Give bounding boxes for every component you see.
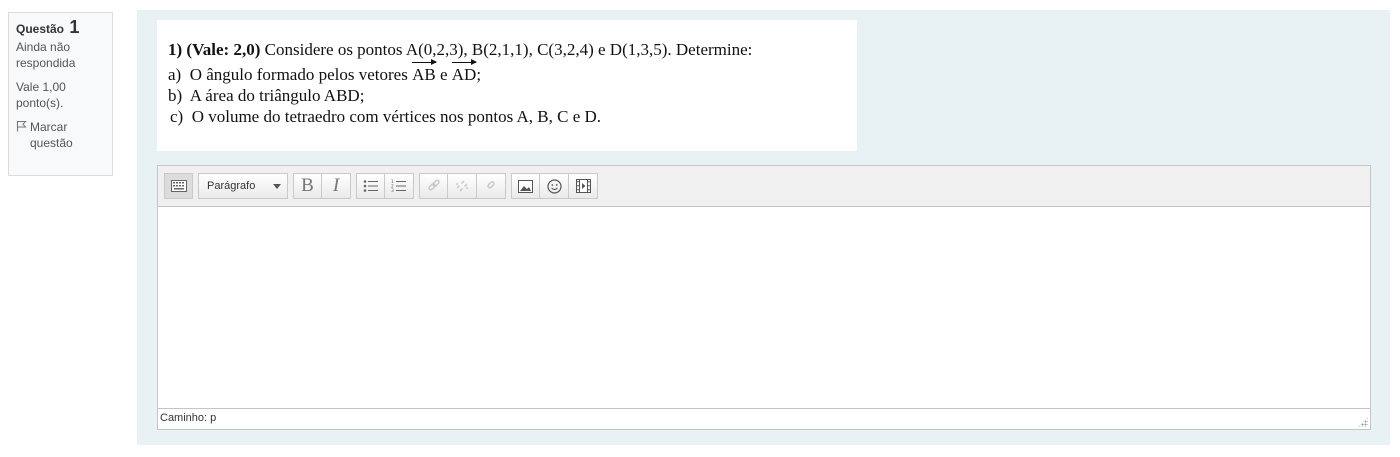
toolbar-toggle-button[interactable]: [164, 173, 193, 199]
anchor-link-icon: [487, 181, 495, 189]
vector-ab-label: AB: [412, 65, 436, 84]
answer-text-area[interactable]: [158, 207, 1370, 408]
resize-handle-icon[interactable]: [1358, 417, 1368, 427]
keyboard-icon: [170, 180, 187, 192]
insert-media-button[interactable]: [569, 173, 598, 199]
question-item-b: b) A área do triângulo ABD;: [168, 86, 365, 105]
question-value: 1) (Vale: 2,0): [168, 40, 261, 59]
flag-icon: [16, 120, 27, 136]
link-icon: [427, 179, 440, 191]
question-content: 1) (Vale: 2,0) Considere os pontos A(0,2…: [137, 10, 1390, 445]
format-select-value: Parágrafo: [207, 180, 256, 192]
insert-link-button[interactable]: [419, 173, 448, 199]
item-a-suffix: ;: [476, 65, 482, 84]
question-intro-text: Considere os pontos A(0,2,3), B(2,1,1), …: [260, 40, 753, 59]
editor-path: Caminho: p: [160, 412, 217, 424]
question-intro: 1) (Vale: 2,0) Considere os pontos A(0,2…: [168, 39, 857, 60]
editor-status-bar: Caminho: p: [158, 408, 1370, 429]
unlink-icon: [456, 180, 468, 192]
vector-arrow-icon: [412, 59, 437, 65]
insert-image-button[interactable]: [511, 173, 540, 199]
image-icon: [518, 179, 533, 193]
media-film-icon: [575, 179, 591, 193]
svg-text:3: 3: [391, 188, 394, 193]
format-select[interactable]: Parágrafo: [198, 173, 288, 199]
flag-question-label: Marcar questão: [30, 120, 73, 150]
vector-arrow-icon: [451, 59, 477, 65]
vector-ad-label: AD: [451, 65, 477, 84]
question-label: Questão: [16, 22, 65, 36]
remove-link-button[interactable]: [448, 173, 477, 199]
unordered-list-button[interactable]: [356, 173, 385, 199]
numbered-list-icon: 123: [391, 179, 406, 193]
bold-icon: B: [301, 175, 314, 196]
question-item-a: a) O ângulo formado pelos vetores AB e A…: [168, 59, 857, 85]
item-a-text: a) O ângulo formado pelos vetores: [168, 65, 413, 84]
answer-editor: Parágrafo B I 123 Caminho: p: [157, 165, 1371, 430]
anchor-button[interactable]: [477, 173, 506, 199]
editor-toolbar: Parágrafo B I 123: [158, 166, 1370, 207]
question-state: Ainda não respondida: [16, 40, 76, 70]
chevron-down-icon: [273, 183, 281, 189]
italic-button[interactable]: I: [322, 173, 351, 199]
item-a-conjunction: e: [435, 65, 452, 84]
smiley-icon: [546, 178, 562, 194]
bold-button[interactable]: B: [293, 173, 322, 199]
question-grade: Vale 1,00 ponto(s).: [16, 80, 66, 110]
vector-ad: AD: [451, 59, 477, 85]
question-number-value: 1: [69, 17, 80, 37]
question-text-image: 1) (Vale: 2,0) Considere os pontos A(0,2…: [157, 20, 857, 151]
ordered-list-button[interactable]: 123: [385, 173, 414, 199]
question-number: Questão 1: [16, 17, 105, 37]
question-info-panel: Questão 1 Ainda não respondida Vale 1,00…: [8, 12, 113, 176]
italic-icon: I: [332, 175, 340, 196]
insert-emoticon-button[interactable]: [540, 173, 569, 199]
question-item-c: c) O volume do tetraedro com vértices no…: [170, 107, 602, 126]
vector-ab: AB: [412, 59, 437, 85]
flag-question-link[interactable]: Marcar questão: [16, 119, 105, 151]
bullet-list-icon: [363, 180, 378, 192]
